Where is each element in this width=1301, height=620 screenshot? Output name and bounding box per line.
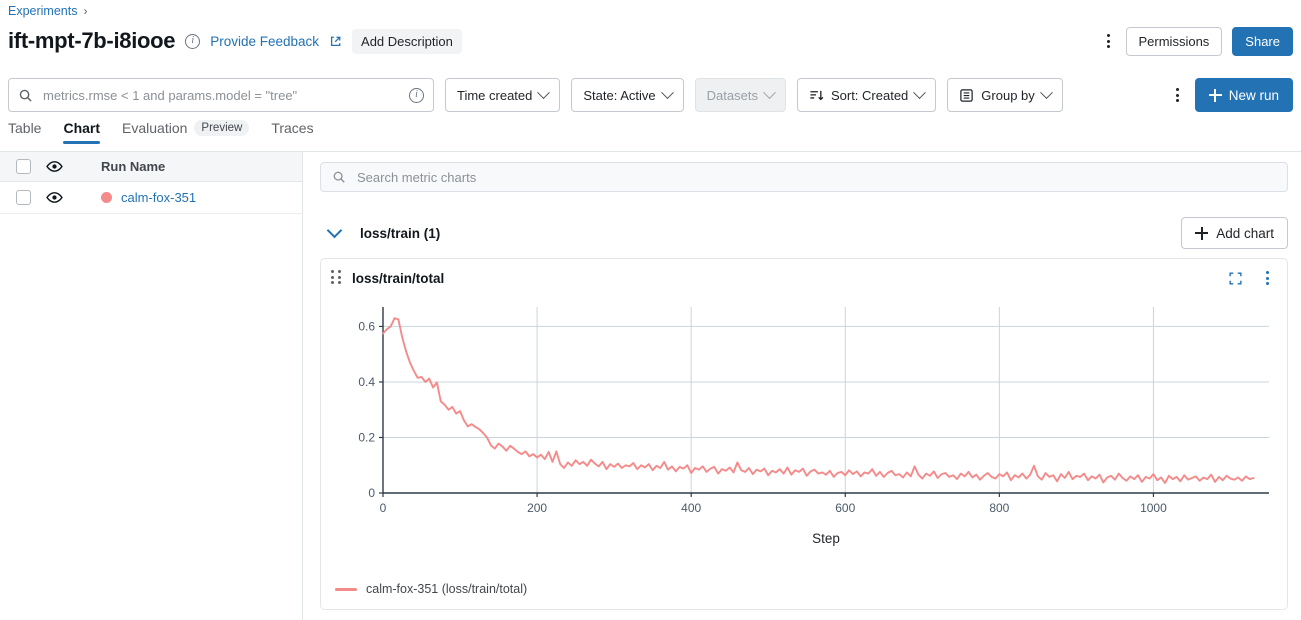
permissions-button[interactable]: Permissions [1125,26,1223,56]
svg-text:1000: 1000 [1140,501,1167,515]
search-info-icon[interactable]: i [409,87,424,103]
toolbar-actions: New run [1171,78,1293,112]
datasets-label: Datasets [706,87,758,103]
toolbar-kebab-menu-icon[interactable] [1171,86,1185,104]
svg-text:600: 600 [835,501,855,515]
metric-chart-search-input[interactable] [355,168,1276,186]
tab-evaluation-label: Evaluation [122,120,188,136]
chevron-down-icon [660,85,674,99]
state-label: State: Active [583,87,656,103]
external-link-icon[interactable] [329,35,342,48]
svg-text:400: 400 [681,501,701,515]
chart-card-title: loss/train/total [352,270,445,286]
view-tabs: Table Chart Evaluation Preview Traces [8,120,1301,152]
tab-chart-label: Chart [63,120,101,136]
sort-label: Sort: Created [830,87,909,103]
metric-section-title: loss/train (1) [360,225,441,241]
share-button[interactable]: Share [1232,26,1293,56]
tab-traces[interactable]: Traces [271,120,313,144]
run-name-link[interactable]: calm-fox-351 [121,190,196,205]
table-row[interactable]: calm-fox-351 [0,182,302,214]
header-kebab-menu-icon[interactable] [1102,32,1116,50]
chart-plot-area: 0 0.2 0.4 0.6 0 200 400 600 800 1000 Step calm-fox… [321,297,1287,607]
tab-evaluation[interactable]: Evaluation Preview [122,120,250,144]
state-filter[interactable]: State: Active [571,78,684,112]
chart-card-kebab-menu-icon[interactable] [1260,269,1274,287]
chevron-down-icon [1039,85,1053,99]
metric-section-header: loss/train (1) Add chart [320,216,1288,250]
metric-chart-search-box[interactable] [320,162,1288,192]
add-chart-button[interactable]: Add chart [1181,217,1288,249]
chevron-down-icon [537,85,551,99]
svg-text:0: 0 [380,501,387,515]
chart-card-header: loss/train/total [321,259,1287,297]
experiment-page: Experiments › ift-mpt-7b-i8iooe i Provid… [0,0,1301,620]
legend-color-swatch [335,587,357,591]
plus-icon [1208,88,1222,102]
search-icon [18,88,33,103]
info-circle-icon[interactable]: i [185,33,201,49]
provide-feedback-link[interactable]: Provide Feedback [210,34,319,49]
header-eye-icon[interactable] [31,160,77,173]
chevron-down-icon [763,85,776,99]
new-run-button[interactable]: New run [1194,78,1293,112]
tab-chart[interactable]: Chart [63,120,100,144]
svg-text:0: 0 [368,486,375,500]
chart-card-actions [1228,269,1274,287]
run-search-box[interactable]: i [8,78,434,112]
row-eye-icon[interactable] [31,191,77,204]
run-search-input[interactable] [41,86,401,104]
fullscreen-icon[interactable] [1228,271,1243,286]
list-icon [959,88,974,103]
breadcrumb: Experiments › [8,4,87,18]
sort-descending-icon [809,88,824,103]
time-created-filter[interactable]: Time created [445,78,561,112]
page-title: ift-mpt-7b-i8iooe [8,28,176,53]
chevron-down-icon[interactable] [326,222,343,239]
filter-toolbar: i Time created State: Active Datasets So… [8,78,1293,112]
runs-table-header: Run Name [0,152,302,182]
legend-label: calm-fox-351 (loss/train/total) [366,582,528,596]
plus-icon [1195,226,1209,240]
add-description-button[interactable]: Add Description [352,28,462,54]
drag-grip-icon[interactable] [331,270,343,286]
search-icon [332,170,346,184]
metric-chart-card: loss/train/total 0 0.2 0.4 0.6 0 200 400 600 800… [320,258,1288,610]
group-by-control[interactable]: Group by [947,78,1063,112]
group-by-label: Group by [981,87,1035,103]
datasets-filter: Datasets [694,78,786,112]
tab-table-label: Table [8,120,42,136]
runs-panel: Run Name calm-fox-351 [0,152,303,620]
new-run-label: New run [1228,87,1279,103]
breadcrumb-separator: › [83,4,88,18]
tab-traces-label: Traces [271,120,314,136]
preview-badge: Preview [194,120,250,136]
svg-text:0.2: 0.2 [358,430,375,444]
loss-line-chart[interactable]: 0 0.2 0.4 0.6 0 200 400 600 800 1000 Step [321,297,1283,607]
x-axis-label: Step [812,531,840,546]
sort-control[interactable]: Sort: Created [796,78,937,112]
chart-legend: calm-fox-351 (loss/train/total) [335,582,527,596]
tab-table[interactable]: Table [8,120,41,144]
runs-column-header-label: Run Name [101,159,166,174]
row-checkbox[interactable] [16,190,31,205]
breadcrumb-experiments-link[interactable]: Experiments [8,4,77,18]
chevron-down-icon [913,85,927,99]
run-name-cell: calm-fox-351 [101,190,196,205]
select-all-checkbox[interactable] [16,159,31,174]
add-chart-label: Add chart [1216,225,1274,241]
svg-text:0.6: 0.6 [358,319,375,333]
svg-text:800: 800 [989,501,1009,515]
run-color-dot [101,192,112,203]
chart-area: loss/train (1) Add chart loss/train/tota… [303,152,1301,620]
svg-text:200: 200 [527,501,547,515]
svg-text:0.4: 0.4 [358,375,375,389]
header-actions: Permissions Share [1102,26,1293,56]
header-bar: ift-mpt-7b-i8iooe i Provide Feedback Add… [8,26,1293,56]
time-created-label: Time created [457,87,533,103]
